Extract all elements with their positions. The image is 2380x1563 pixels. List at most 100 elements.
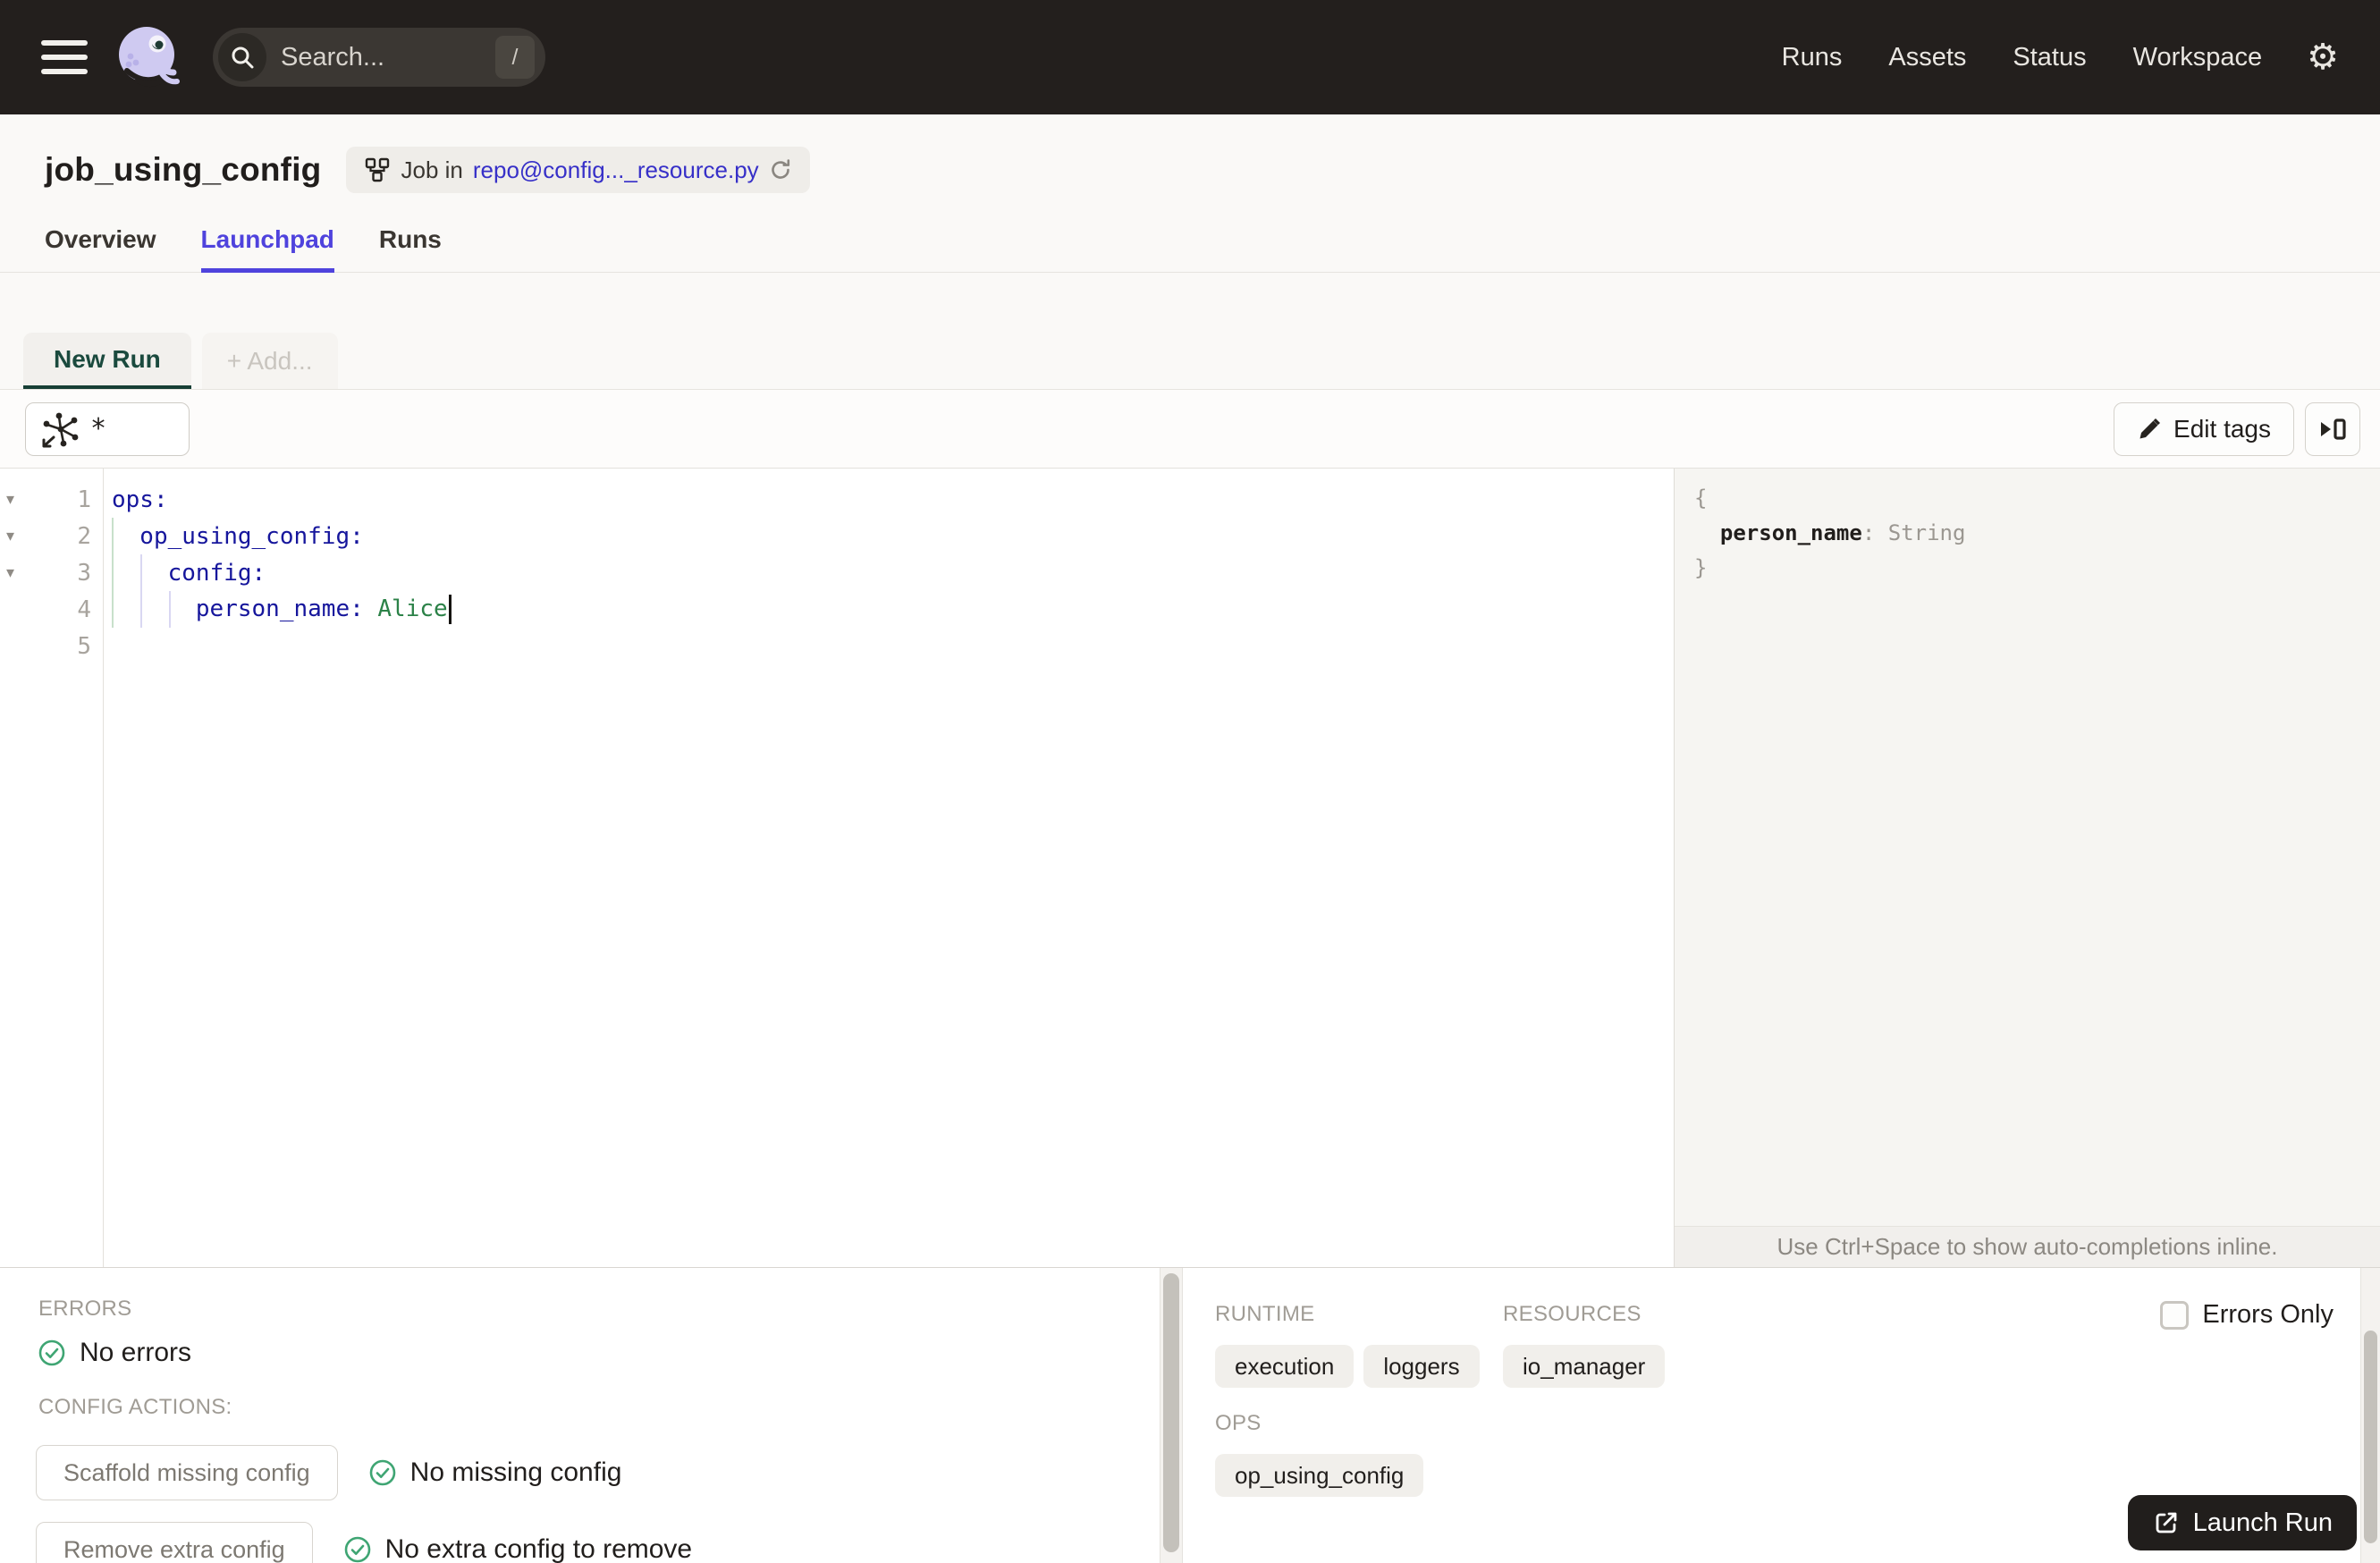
- scrollbar-thumb[interactable]: [1163, 1273, 1179, 1552]
- launchpad-config-tabs: New Run + Add...: [0, 308, 2380, 390]
- dagster-launchpad-page: Search... / Runs Assets Status Workspace…: [0, 0, 2380, 1563]
- hamburger-menu-icon[interactable]: [41, 40, 88, 74]
- runtime-tag-loggers[interactable]: loggers: [1363, 1345, 1480, 1388]
- yaml-key: ops:: [112, 486, 168, 513]
- remove-extra-config-button[interactable]: Remove extra config: [36, 1522, 313, 1563]
- reload-repo-icon[interactable]: [769, 158, 792, 182]
- job-badge-prefix: Job in: [401, 156, 463, 183]
- code-line[interactable]: ▾ 2 op_using_config:: [0, 518, 1674, 554]
- config-tab-add[interactable]: + Add...: [201, 333, 338, 389]
- op-selector-icon: [42, 412, 79, 447]
- toggle-second-pane-button[interactable]: [2305, 401, 2360, 456]
- op-selector-value: *: [90, 413, 107, 444]
- search-icon: [218, 33, 266, 81]
- edit-tags-label: Edit tags: [2173, 414, 2271, 443]
- yaml-config-editor[interactable]: ▾ 1 ops: ▾ 2 op_using_config: ▾ 3 config…: [0, 469, 1674, 1267]
- op-tag-op-using-config[interactable]: op_using_config: [1215, 1454, 1424, 1497]
- resource-tag-io-manager[interactable]: io_manager: [1503, 1345, 1666, 1388]
- fold-arrow-icon[interactable]: ▾: [0, 527, 27, 545]
- page-header: job_using_config Job in repo@config..._r…: [0, 114, 2380, 308]
- no-missing-config-status: No missing config: [368, 1457, 622, 1488]
- panel-scrollbar: [1160, 1268, 1183, 1563]
- schema-open-brace: {: [1694, 486, 1708, 511]
- config-tab-new-run[interactable]: New Run: [23, 333, 191, 389]
- yaml-key: config:: [167, 559, 266, 587]
- tab-overview[interactable]: Overview: [45, 225, 156, 273]
- errors-only-label: Errors Only: [2202, 1300, 2334, 1329]
- code-line[interactable]: ▾ 1 ops:: [0, 481, 1674, 518]
- scaffold-missing-config-button[interactable]: Scaffold missing config: [36, 1445, 338, 1500]
- launch-icon: [2156, 1512, 2176, 1533]
- op-selector-input[interactable]: *: [25, 401, 190, 456]
- settings-gear-icon[interactable]: ⚙: [2307, 39, 2339, 75]
- runtime-heading: RUNTIME: [1215, 1302, 1315, 1326]
- line-number: 3: [77, 559, 91, 587]
- line-number: 5: [77, 632, 91, 660]
- job-tabs: Overview Launchpad Runs: [0, 225, 2380, 273]
- yaml-key: person_name:: [195, 596, 364, 622]
- check-circle-icon: [344, 1536, 370, 1563]
- search-input[interactable]: Search... /: [213, 28, 545, 87]
- schema-close-brace: }: [1694, 555, 1708, 580]
- runtime-tag-execution[interactable]: execution: [1215, 1345, 1355, 1388]
- errors-only-checkbox[interactable]: [2160, 1300, 2190, 1330]
- text-cursor: [448, 595, 452, 624]
- dagster-logo-icon[interactable]: [111, 21, 184, 94]
- indent-guide: [169, 591, 171, 628]
- yaml-value: Alice: [377, 596, 448, 622]
- search-shortcut-key: /: [495, 36, 535, 79]
- check-circle-icon: [369, 1459, 395, 1486]
- yaml-key: op_using_config:: [139, 522, 364, 550]
- errors-heading: ERRORS: [38, 1297, 132, 1321]
- resources-heading: RESOURCES: [1503, 1302, 1642, 1326]
- top-nav: Search... / Runs Assets Status Workspace…: [0, 0, 2380, 114]
- no-extra-config-status: No extra config to remove: [343, 1534, 693, 1563]
- resources-group: RESOURCES io_manager: [1503, 1302, 1791, 1388]
- fold-arrow-icon[interactable]: ▾: [0, 563, 27, 582]
- tab-launchpad[interactable]: Launchpad: [200, 225, 334, 273]
- bottom-panel: ERRORS No errors CONFIG ACTIONS: Scaffol…: [0, 1267, 2380, 1563]
- config-schema-panel: { person_name: String } Use Ctrl+Space t…: [1674, 469, 2380, 1267]
- ops-group: OPS op_using_config: [1215, 1411, 1424, 1497]
- ops-heading: OPS: [1215, 1411, 1262, 1435]
- scrollbar-thumb[interactable]: [2364, 1331, 2377, 1543]
- runtime-group: RUNTIME execution loggers: [1215, 1302, 1503, 1388]
- launch-run-label: Launch Run: [2192, 1508, 2333, 1537]
- schema-type: : String: [1861, 520, 1966, 545]
- errors-panel: ERRORS No errors CONFIG ACTIONS: Scaffol…: [0, 1268, 1160, 1563]
- indent-guide: [112, 518, 114, 628]
- page-title: job_using_config: [45, 151, 322, 188]
- play-pane-icon: [2321, 418, 2346, 440]
- pencil-icon: [2139, 418, 2161, 438]
- line-number: 1: [77, 486, 91, 513]
- schema-field[interactable]: person_name: [1720, 520, 1862, 545]
- right-scrollbar: [2360, 1268, 2380, 1563]
- nav-link-workspace[interactable]: Workspace: [2133, 43, 2263, 72]
- nav-link-runs[interactable]: Runs: [1782, 43, 1843, 72]
- code-line[interactable]: 5: [0, 628, 1674, 664]
- job-origin-badge: Job in repo@config..._resource.py: [346, 147, 810, 193]
- nav-link-status[interactable]: Status: [2013, 43, 2086, 72]
- nav-links: Runs Assets Status Workspace: [1782, 43, 2262, 72]
- code-line[interactable]: 4 person_name: Alice: [0, 591, 1674, 628]
- tab-runs[interactable]: Runs: [379, 225, 442, 273]
- fold-arrow-icon[interactable]: ▾: [0, 490, 27, 509]
- no-missing-config-label: No missing config: [409, 1457, 622, 1487]
- nav-link-assets[interactable]: Assets: [1888, 43, 1966, 72]
- check-circle-icon: [38, 1339, 65, 1366]
- indent-guide: [140, 554, 142, 628]
- search-placeholder: Search...: [281, 42, 385, 72]
- no-errors-label: No errors: [80, 1338, 192, 1367]
- repo-link[interactable]: repo@config..._resource.py: [473, 156, 759, 184]
- gutter-divider: [103, 469, 104, 1267]
- line-number: 4: [77, 596, 91, 623]
- no-errors-status: No errors: [38, 1338, 191, 1368]
- config-actions-heading: CONFIG ACTIONS:: [38, 1395, 232, 1419]
- no-extra-config-label: No extra config to remove: [384, 1534, 693, 1563]
- job-graph-icon: [366, 157, 390, 182]
- code-line[interactable]: ▾ 3 config:: [0, 554, 1674, 591]
- edit-tags-button[interactable]: Edit tags: [2114, 401, 2294, 456]
- errors-only-toggle: Errors Only: [2160, 1300, 2334, 1330]
- autocomplete-hint: Use Ctrl+Space to show auto-completions …: [1675, 1226, 2380, 1267]
- launch-run-button[interactable]: Launch Run: [2127, 1495, 2357, 1550]
